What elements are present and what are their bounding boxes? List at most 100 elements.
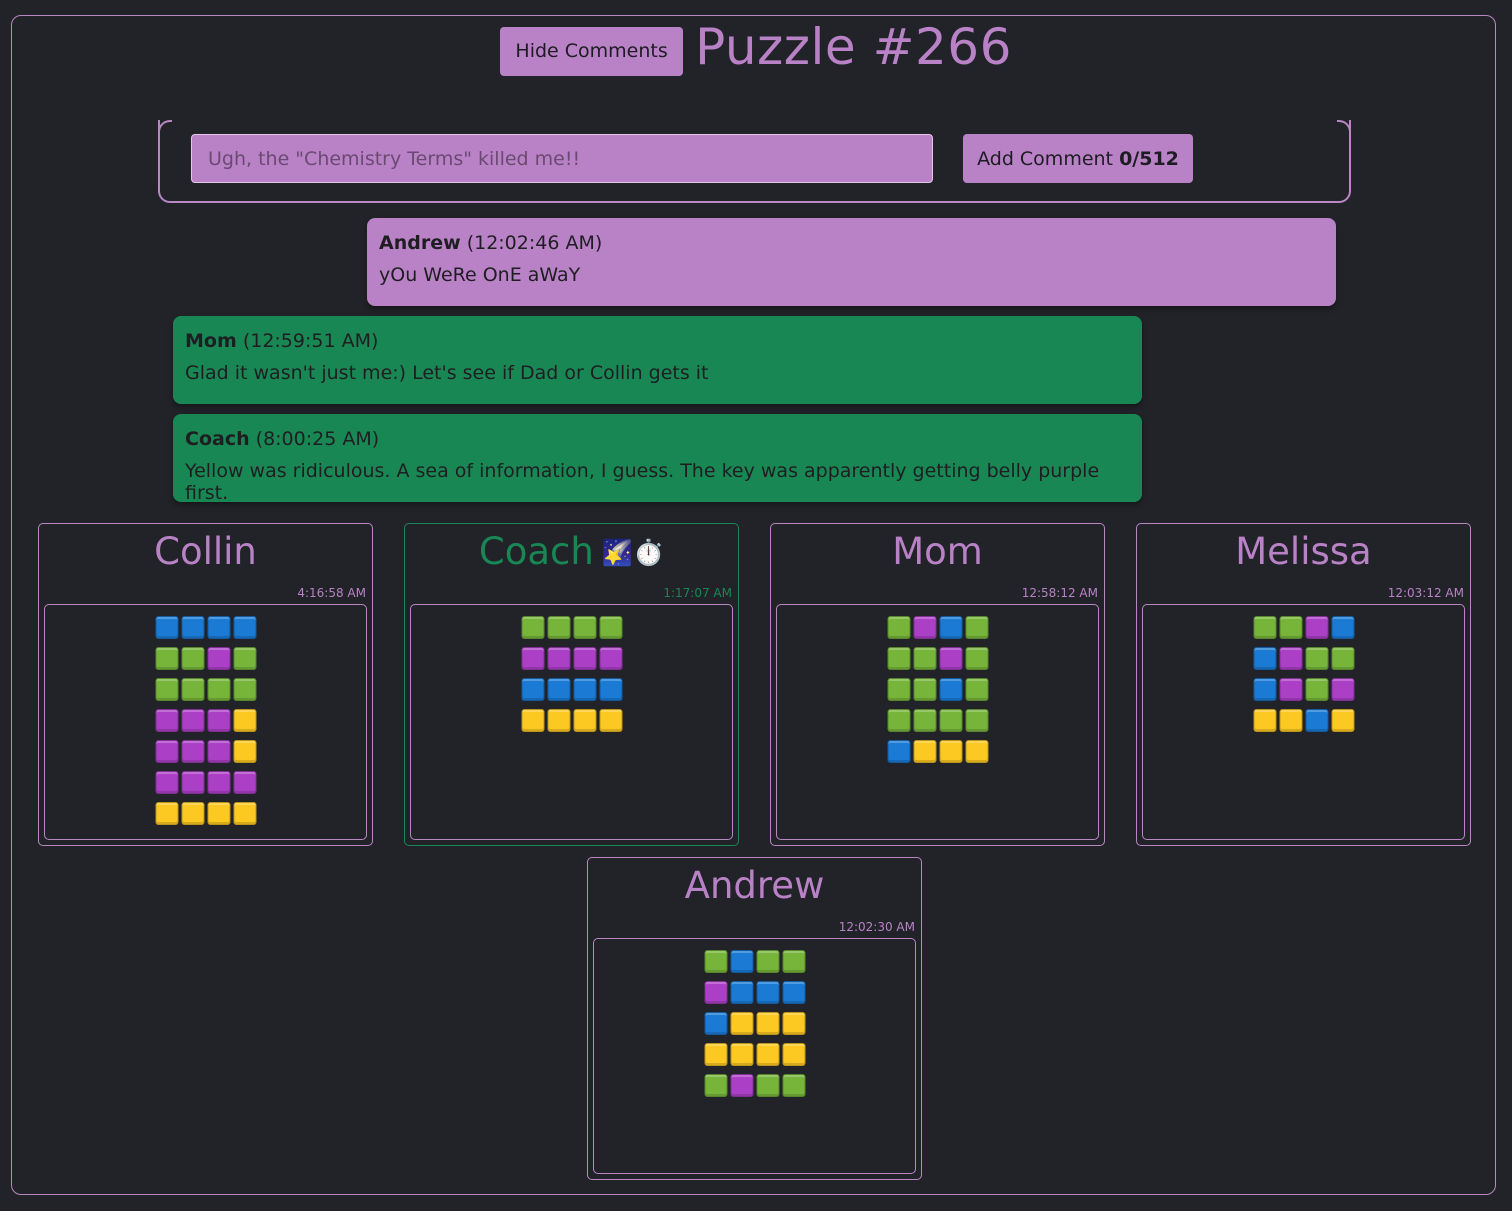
player-card-collin: Collin 4:16:58 AM	[38, 523, 373, 846]
purple-square-icon	[155, 740, 178, 763]
yellow-square-icon	[521, 709, 544, 732]
green-square-icon	[704, 950, 727, 973]
yellow-square-icon	[181, 802, 204, 825]
yellow-square-icon	[1253, 709, 1276, 732]
shooting-star-stopwatch-icon: 🌠⏱️	[601, 538, 665, 567]
blue-square-icon	[1331, 616, 1354, 639]
page-header: Hide Comments Puzzle #266	[0, 18, 1512, 76]
purple-square-icon	[573, 647, 596, 670]
purple-square-icon	[155, 709, 178, 732]
purple-square-icon	[730, 1074, 753, 1097]
green-square-icon	[965, 678, 988, 701]
green-square-icon	[965, 647, 988, 670]
green-square-icon	[1331, 647, 1354, 670]
comment-item: Andrew (12:02:46 AM) yOu WeRe OnE aWaY	[367, 218, 1336, 306]
grid-row	[521, 709, 622, 732]
green-square-icon	[887, 709, 910, 732]
yellow-square-icon	[782, 1012, 805, 1035]
purple-square-icon	[1331, 678, 1354, 701]
purple-square-icon	[207, 771, 230, 794]
add-comment-label: Add Comment	[977, 147, 1114, 170]
purple-square-icon	[207, 740, 230, 763]
grid-row	[1253, 678, 1354, 701]
yellow-square-icon	[704, 1043, 727, 1066]
player-name: Collin	[154, 530, 257, 573]
yellow-square-icon	[233, 802, 256, 825]
grid-row	[887, 678, 988, 701]
yellow-square-icon	[756, 1012, 779, 1035]
grid-row	[704, 981, 805, 1004]
green-square-icon	[207, 678, 230, 701]
green-square-icon	[599, 616, 622, 639]
player-name: Coach	[478, 530, 594, 573]
comment-item: Coach (8:00:25 AM) Yellow was ridiculous…	[173, 414, 1142, 504]
comment-time: (12:02:46 AM)	[466, 232, 603, 254]
player-name: Andrew	[684, 864, 825, 907]
green-square-icon	[913, 709, 936, 732]
yellow-square-icon	[913, 740, 936, 763]
yellow-square-icon	[233, 709, 256, 732]
purple-square-icon	[939, 647, 962, 670]
comment-time: (8:00:25 AM)	[255, 428, 380, 450]
blue-square-icon	[233, 616, 256, 639]
yellow-square-icon	[730, 1012, 753, 1035]
grid-row	[704, 1012, 805, 1035]
green-square-icon	[887, 647, 910, 670]
comment-author: Mom	[185, 330, 237, 352]
blue-square-icon	[181, 616, 204, 639]
green-square-icon	[155, 678, 178, 701]
player-time: 1:17:07 AM	[663, 586, 732, 600]
blue-square-icon	[521, 678, 544, 701]
page-title: Puzzle #266	[695, 18, 1012, 76]
green-square-icon	[1305, 647, 1328, 670]
comment-input[interactable]	[191, 134, 933, 183]
result-grid	[704, 950, 805, 1097]
comment-author: Andrew	[379, 232, 461, 254]
player-card-coach: Coach 🌠⏱️ 1:17:07 AM	[404, 523, 739, 846]
green-square-icon	[547, 616, 570, 639]
yellow-square-icon	[547, 709, 570, 732]
green-square-icon	[782, 950, 805, 973]
green-square-icon	[233, 678, 256, 701]
comment-author: Coach	[185, 428, 250, 450]
green-square-icon	[965, 616, 988, 639]
purple-square-icon	[1279, 647, 1302, 670]
comment-item: Mom (12:59:51 AM) Glad it wasn't just me…	[173, 316, 1142, 404]
green-square-icon	[756, 950, 779, 973]
blue-square-icon	[599, 678, 622, 701]
green-square-icon	[887, 616, 910, 639]
comment-time: (12:59:51 AM)	[242, 330, 379, 352]
green-square-icon	[939, 709, 962, 732]
hide-comments-button[interactable]: Hide Comments	[500, 26, 684, 76]
comment-form: Add Comment 0/512	[158, 120, 1351, 203]
player-card-andrew: Andrew 12:02:30 AM	[587, 857, 922, 1180]
grid-row	[521, 616, 622, 639]
purple-square-icon	[207, 647, 230, 670]
comment-text: Glad it wasn't just me:) Let's see if Da…	[185, 362, 709, 384]
blue-square-icon	[547, 678, 570, 701]
blue-square-icon	[887, 740, 910, 763]
yellow-square-icon	[573, 709, 596, 732]
green-square-icon	[233, 647, 256, 670]
player-time: 12:58:12 AM	[1021, 586, 1098, 600]
grid-row	[155, 740, 256, 763]
result-grid-box	[593, 938, 916, 1174]
green-square-icon	[181, 678, 204, 701]
player-time: 12:02:30 AM	[838, 920, 915, 934]
add-comment-button[interactable]: Add Comment 0/512	[963, 134, 1193, 183]
green-square-icon	[913, 647, 936, 670]
purple-square-icon	[1305, 616, 1328, 639]
yellow-square-icon	[939, 740, 962, 763]
player-time: 12:03:12 AM	[1387, 586, 1464, 600]
blue-square-icon	[1305, 709, 1328, 732]
grid-row	[1253, 616, 1354, 639]
grid-row	[155, 647, 256, 670]
green-square-icon	[965, 709, 988, 732]
grid-row	[887, 647, 988, 670]
blue-square-icon	[939, 616, 962, 639]
green-square-icon	[155, 647, 178, 670]
result-grid-box	[410, 604, 733, 840]
green-square-icon	[756, 1074, 779, 1097]
green-square-icon	[181, 647, 204, 670]
result-grid	[887, 616, 988, 763]
